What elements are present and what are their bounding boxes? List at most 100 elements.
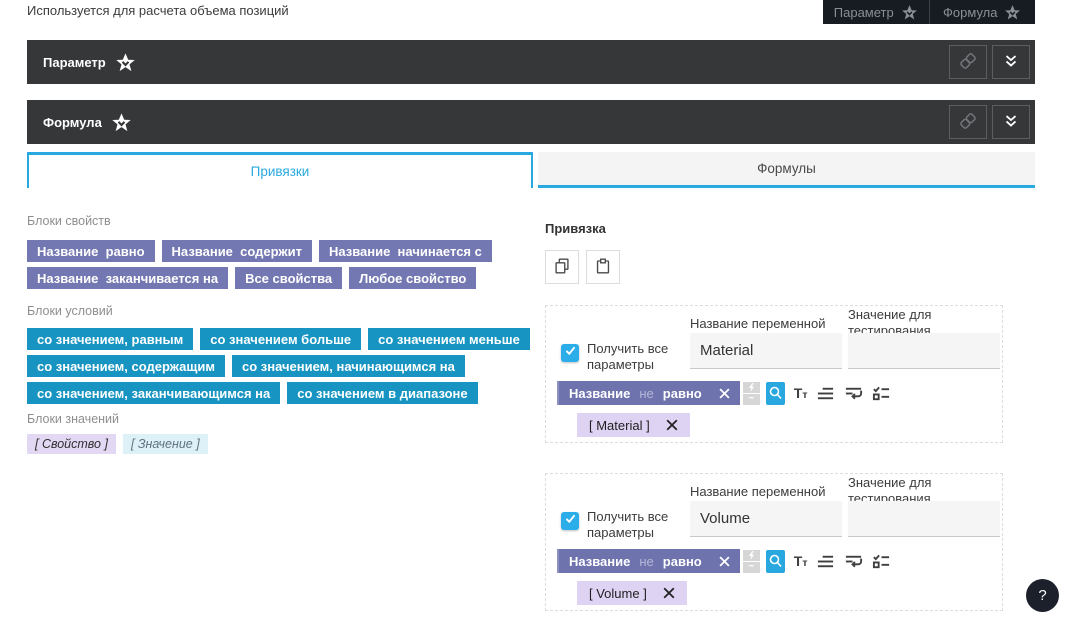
double-chevron-down-icon <box>1002 52 1020 73</box>
section-formula-title: Формула <box>43 115 102 130</box>
preview-search-icon[interactable] <box>766 550 785 573</box>
value-chip-label: [ Volume ] <box>589 586 647 601</box>
remove-value-icon[interactable] <box>666 419 678 431</box>
section-parameter-title: Параметр <box>43 55 106 70</box>
toolbar-formula-button[interactable]: Формула <box>930 0 1036 24</box>
chip-row: со значением, содержащим со значением, н… <box>27 355 533 377</box>
check-icon <box>564 512 577 530</box>
binding-card: Получить все параметры Название переменн… <box>545 473 1003 611</box>
variable-name-input[interactable] <box>690 333 842 369</box>
condition-block[interactable]: со значением, заканчивающимся на <box>27 382 280 404</box>
section-actions <box>949 105 1030 139</box>
variable-name-label: Название переменной <box>690 316 825 332</box>
get-all-params-label: Получить все параметры <box>587 509 689 541</box>
unlink-icon <box>958 111 978 134</box>
bolt-button[interactable] <box>743 382 760 393</box>
condition-block[interactable]: со значением меньше <box>368 328 530 350</box>
page-subtitle: Используется для расчета объема позиций <box>27 3 289 18</box>
test-value-input[interactable] <box>848 501 1000 537</box>
copy-button[interactable] <box>545 250 579 284</box>
top-toolbar: Параметр Формула <box>823 0 1035 24</box>
tilde-button[interactable]: ~ <box>743 394 760 405</box>
remove-block-icon[interactable] <box>719 556 730 567</box>
block-negation-toggle[interactable]: не <box>639 386 653 401</box>
checklist-icon[interactable] <box>872 552 891 571</box>
list-icon[interactable] <box>816 384 835 403</box>
block-field-label: Название <box>569 554 630 569</box>
double-chevron-down-icon <box>1002 112 1020 133</box>
font-size-icon[interactable]: Tт <box>794 385 808 401</box>
value-chip[interactable]: [ Volume ] <box>577 581 687 605</box>
value-chip-label: [ Material ] <box>589 418 650 433</box>
section-actions <box>949 45 1030 79</box>
block-negation-toggle[interactable]: не <box>639 554 653 569</box>
block-mini-actions: ~ <box>743 550 760 573</box>
font-size-icon[interactable]: Tт <box>794 553 808 569</box>
tab-bindings[interactable]: Привязки <box>27 152 533 188</box>
check-icon <box>564 344 577 362</box>
get-all-params-checkbox[interactable] <box>561 344 579 362</box>
test-value-input[interactable] <box>848 333 1000 369</box>
condition-block[interactable]: со значением, начинающимся на <box>232 355 465 377</box>
name-not-equal-block[interactable]: Название не равно <box>557 381 740 405</box>
chip-row: [ Свойство ] [ Значение ] <box>27 434 533 454</box>
palette-values-group: Блоки значений [ Свойство ] [ Значение ] <box>27 412 533 459</box>
toolbar-parameter-button[interactable]: Параметр <box>823 0 929 24</box>
preview-search-icon[interactable] <box>766 382 785 405</box>
collapse-button[interactable] <box>992 105 1030 139</box>
chip-row: со значением, равным со значением больше… <box>27 328 533 350</box>
block-operator-label: равно <box>663 386 702 401</box>
get-all-params-label: Получить все параметры <box>587 341 689 373</box>
block-mini-actions: ~ <box>743 382 760 405</box>
get-all-params-checkbox[interactable] <box>561 512 579 530</box>
list-icon[interactable] <box>816 552 835 571</box>
section-formula-bar: Формула <box>27 100 1035 144</box>
checklist-icon[interactable] <box>872 384 891 403</box>
palette-properties-group: Блоки свойств Название равно Название со… <box>27 214 533 294</box>
name-not-equal-block[interactable]: Название не равно <box>557 549 740 573</box>
paste-button[interactable] <box>586 250 620 284</box>
binding-value-row: [ Material ] <box>577 413 690 437</box>
binding-block-row: Название не равно ~ Tт <box>557 549 891 573</box>
binding-panel-title: Привязка <box>545 221 606 236</box>
property-block[interactable]: Название заканчивается на <box>27 267 228 289</box>
bolt-button[interactable] <box>743 550 760 561</box>
property-block[interactable]: Все свойства <box>235 267 342 289</box>
binding-card: Получить все параметры Название переменн… <box>545 305 1003 443</box>
value-block-property[interactable]: [ Свойство ] <box>27 434 116 454</box>
chip-row: Название заканчивается на Все свойства Л… <box>27 267 533 289</box>
unlink-icon <box>958 51 978 74</box>
tab-formulas[interactable]: Формулы <box>538 152 1035 188</box>
variable-name-input[interactable] <box>690 501 842 537</box>
remove-value-icon[interactable] <box>663 587 675 599</box>
clipboard-icon <box>593 256 613 279</box>
condition-block[interactable]: со значением, равным <box>27 328 193 350</box>
star-icon <box>901 4 918 21</box>
clipboard-actions <box>545 250 620 284</box>
tab-bindings-label: Привязки <box>251 164 310 179</box>
tilde-button[interactable]: ~ <box>743 562 760 573</box>
unlink-button[interactable] <box>949 105 987 139</box>
condition-block[interactable]: со значением больше <box>200 328 361 350</box>
copy-icon <box>552 256 572 279</box>
value-block-value[interactable]: [ Значение ] <box>123 434 208 454</box>
palette-conditions-group: Блоки условий со значением, равным со зн… <box>27 304 533 409</box>
condition-block[interactable]: со значением в диапазоне <box>287 382 477 404</box>
property-block[interactable]: Название начинается с <box>319 240 492 262</box>
wrap-text-icon[interactable] <box>844 552 863 571</box>
block-field-label: Название <box>569 386 630 401</box>
collapse-button[interactable] <box>992 45 1030 79</box>
variable-name-label: Название переменной <box>690 484 825 500</box>
remove-block-icon[interactable] <box>719 388 730 399</box>
star-icon <box>111 112 132 133</box>
property-block[interactable]: Название равно <box>27 240 155 262</box>
unlink-button[interactable] <box>949 45 987 79</box>
value-chip[interactable]: [ Material ] <box>577 413 690 437</box>
condition-block[interactable]: со значением, содержащим <box>27 355 225 377</box>
property-block[interactable]: Любое свойство <box>349 267 476 289</box>
chip-row: со значением, заканчивающимся на со знач… <box>27 382 533 404</box>
binding-value-row: [ Volume ] <box>577 581 687 605</box>
help-button[interactable]: ? <box>1026 579 1059 612</box>
wrap-text-icon[interactable] <box>844 384 863 403</box>
property-block[interactable]: Название содержит <box>162 240 312 262</box>
